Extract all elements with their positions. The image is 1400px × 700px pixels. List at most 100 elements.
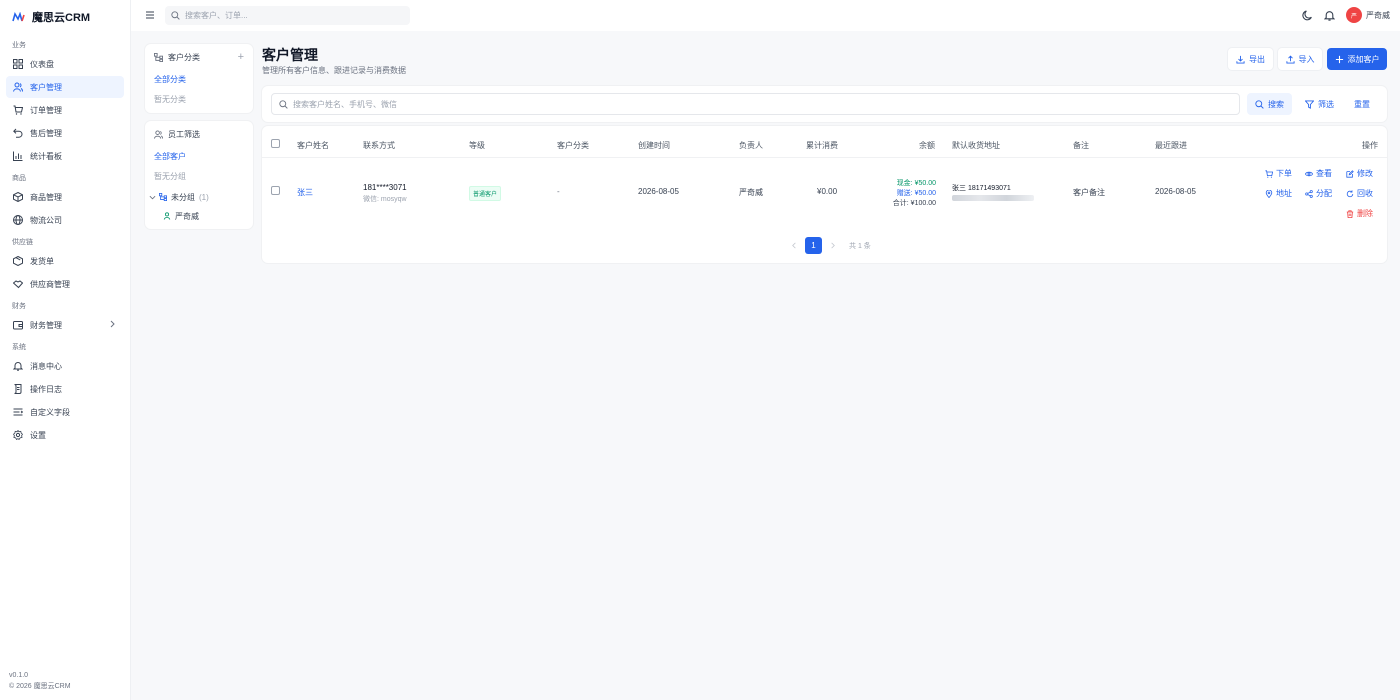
- sidebar-item-shipments[interactable]: 发货单: [6, 250, 124, 272]
- staff-group-ungrouped[interactable]: 未分组 (1): [145, 187, 253, 207]
- total-spend: ¥0.00: [817, 187, 838, 196]
- sidebar-item-logistics[interactable]: 物流公司: [6, 209, 124, 231]
- sidebar-item-label: 售后管理: [30, 128, 62, 138]
- category-panel: 客户分类 + 全部分类 暂无分类: [145, 44, 253, 113]
- owner-name: 严奇威: [739, 188, 763, 197]
- filter-button[interactable]: 筛选: [1297, 93, 1342, 115]
- global-search[interactable]: [165, 6, 410, 25]
- sidebar-item-label: 仪表盘: [30, 59, 54, 69]
- tree-icon: [159, 193, 167, 201]
- user-name[interactable]: 严奇威: [1366, 10, 1390, 21]
- recycle-action[interactable]: 回收: [1346, 188, 1373, 199]
- created-time: 2026-08-05: [638, 187, 679, 196]
- edit-action[interactable]: 修改: [1346, 168, 1373, 179]
- topbar: 严 严奇威: [131, 0, 1400, 31]
- row-checkbox[interactable]: [271, 186, 280, 195]
- chevron-down-icon: [149, 195, 156, 199]
- sidebar-item-label: 供应商管理: [30, 279, 70, 289]
- sidebar-item-label: 自定义字段: [30, 407, 70, 417]
- search-button-label: 搜索: [1268, 99, 1284, 109]
- sidebar-item-finance[interactable]: 财务管理: [6, 314, 124, 336]
- prev-page-button[interactable]: [786, 237, 803, 254]
- category-panel-header: 客户分类 +: [145, 44, 253, 70]
- export-button[interactable]: 导出: [1228, 48, 1273, 70]
- delete-action[interactable]: 删除: [1346, 208, 1373, 219]
- sidebar-item-stats[interactable]: 统计看板: [6, 145, 124, 167]
- category-item-empty: 暂无分类: [154, 95, 186, 104]
- export-label: 导出: [1249, 54, 1265, 64]
- recycle-action-label: 回收: [1357, 189, 1373, 198]
- sidebar-item-label: 发货单: [30, 256, 54, 266]
- moon-icon[interactable]: [1302, 10, 1313, 21]
- staff-item-all[interactable]: 全部客户: [145, 147, 253, 167]
- version-text: v0.1.0: [9, 672, 29, 679]
- customer-search-field[interactable]: [271, 93, 1240, 115]
- sidebar-item-logs[interactable]: 操作日志: [6, 378, 124, 400]
- nav-group-label: 业务: [12, 42, 26, 49]
- search-icon: [279, 99, 288, 109]
- tree-icon: [154, 52, 163, 62]
- sidebar-item-settings[interactable]: 设置: [6, 424, 124, 446]
- col-header: 余额: [919, 141, 935, 150]
- sidebar-item-orders[interactable]: 订单管理: [6, 99, 124, 121]
- assign-action[interactable]: 分配: [1305, 188, 1332, 199]
- edit-action-label: 修改: [1357, 169, 1373, 178]
- sidebar-item-suppliers[interactable]: 供应商管理: [6, 273, 124, 295]
- remark: 客户备注: [1073, 188, 1105, 197]
- select-all-checkbox[interactable]: [271, 139, 280, 148]
- nav-group-label: 供应链: [12, 239, 33, 246]
- add-category-button[interactable]: +: [238, 52, 244, 63]
- logo-icon: [12, 12, 25, 22]
- topbar-right: 严 严奇威: [1302, 7, 1390, 23]
- dashboard-icon: [13, 59, 23, 69]
- menu-toggle-icon[interactable]: [145, 10, 155, 20]
- sidebar-item-aftersales[interactable]: 售后管理: [6, 122, 124, 144]
- bell-icon[interactable]: [1324, 10, 1335, 21]
- customer-name-link[interactable]: 张三: [297, 187, 313, 198]
- last-follow: 2026-08-05: [1155, 187, 1196, 196]
- next-page-button[interactable]: [824, 237, 841, 254]
- import-button[interactable]: 导入: [1278, 48, 1322, 70]
- page-title: 客户管理: [262, 47, 318, 63]
- sidebar-item-customers[interactable]: 客户管理: [6, 76, 124, 98]
- order-action[interactable]: 下单: [1265, 168, 1292, 179]
- sidebar-item-messages[interactable]: 消息中心: [6, 355, 124, 377]
- category-item-all[interactable]: 全部分类: [145, 70, 253, 90]
- view-action-label: 查看: [1316, 169, 1332, 178]
- staff-panel-title: 员工筛选: [168, 129, 200, 139]
- view-action[interactable]: 查看: [1305, 168, 1332, 179]
- customer-search-input[interactable]: [293, 99, 1193, 109]
- reset-button[interactable]: 重置: [1346, 93, 1378, 115]
- sidebar: 魔思云CRM 业务 仪表盘 客户管理 订单管理 售后管理 统计看板 商品 商品管…: [0, 0, 131, 700]
- col-header: 操作: [1362, 141, 1378, 150]
- staff-panel: 员工筛选 全部客户 暂无分组 未分组 (1) 严奇威: [145, 121, 253, 229]
- users-icon: [13, 82, 23, 92]
- sidebar-item-label: 财务管理: [30, 320, 62, 330]
- page-button-current[interactable]: 1: [805, 237, 822, 254]
- handshake-icon: [13, 280, 23, 289]
- sidebar-footer: v0.1.0 © 2026 魔思云CRM: [9, 670, 71, 692]
- search-icon: [1255, 99, 1264, 109]
- avatar[interactable]: 严: [1346, 7, 1362, 23]
- filter-icon: [1305, 99, 1314, 109]
- sidebar-item-products[interactable]: 商品管理: [6, 186, 124, 208]
- add-customer-button[interactable]: 添加客户: [1327, 48, 1387, 70]
- col-header: 默认收货地址: [952, 141, 1000, 150]
- search-button[interactable]: 搜索: [1247, 93, 1292, 115]
- eye-icon: [1305, 171, 1313, 176]
- bar-chart-icon: [13, 151, 23, 161]
- scroll-icon: [14, 384, 22, 394]
- staff-item-empty: 暂无分组: [154, 172, 186, 181]
- sidebar-item-dashboard[interactable]: 仪表盘: [6, 53, 124, 75]
- brand[interactable]: 魔思云CRM: [0, 0, 130, 34]
- table-header: 客户姓名 联系方式 等级 客户分类 创建时间 负责人 累计消费 余额 默认收货地…: [262, 126, 1387, 158]
- staff-member[interactable]: 严奇威: [145, 207, 253, 225]
- total-count: 共 1 条: [849, 242, 871, 250]
- map-pin-icon: [1265, 189, 1273, 198]
- global-search-input[interactable]: [185, 11, 385, 20]
- chevron-right-icon: [110, 320, 115, 328]
- delete-action-label: 删除: [1357, 209, 1373, 218]
- customer-wechat: 微信: mosyqw: [363, 196, 407, 203]
- sidebar-item-custom-fields[interactable]: 自定义字段: [6, 401, 124, 423]
- address-action[interactable]: 地址: [1265, 188, 1292, 199]
